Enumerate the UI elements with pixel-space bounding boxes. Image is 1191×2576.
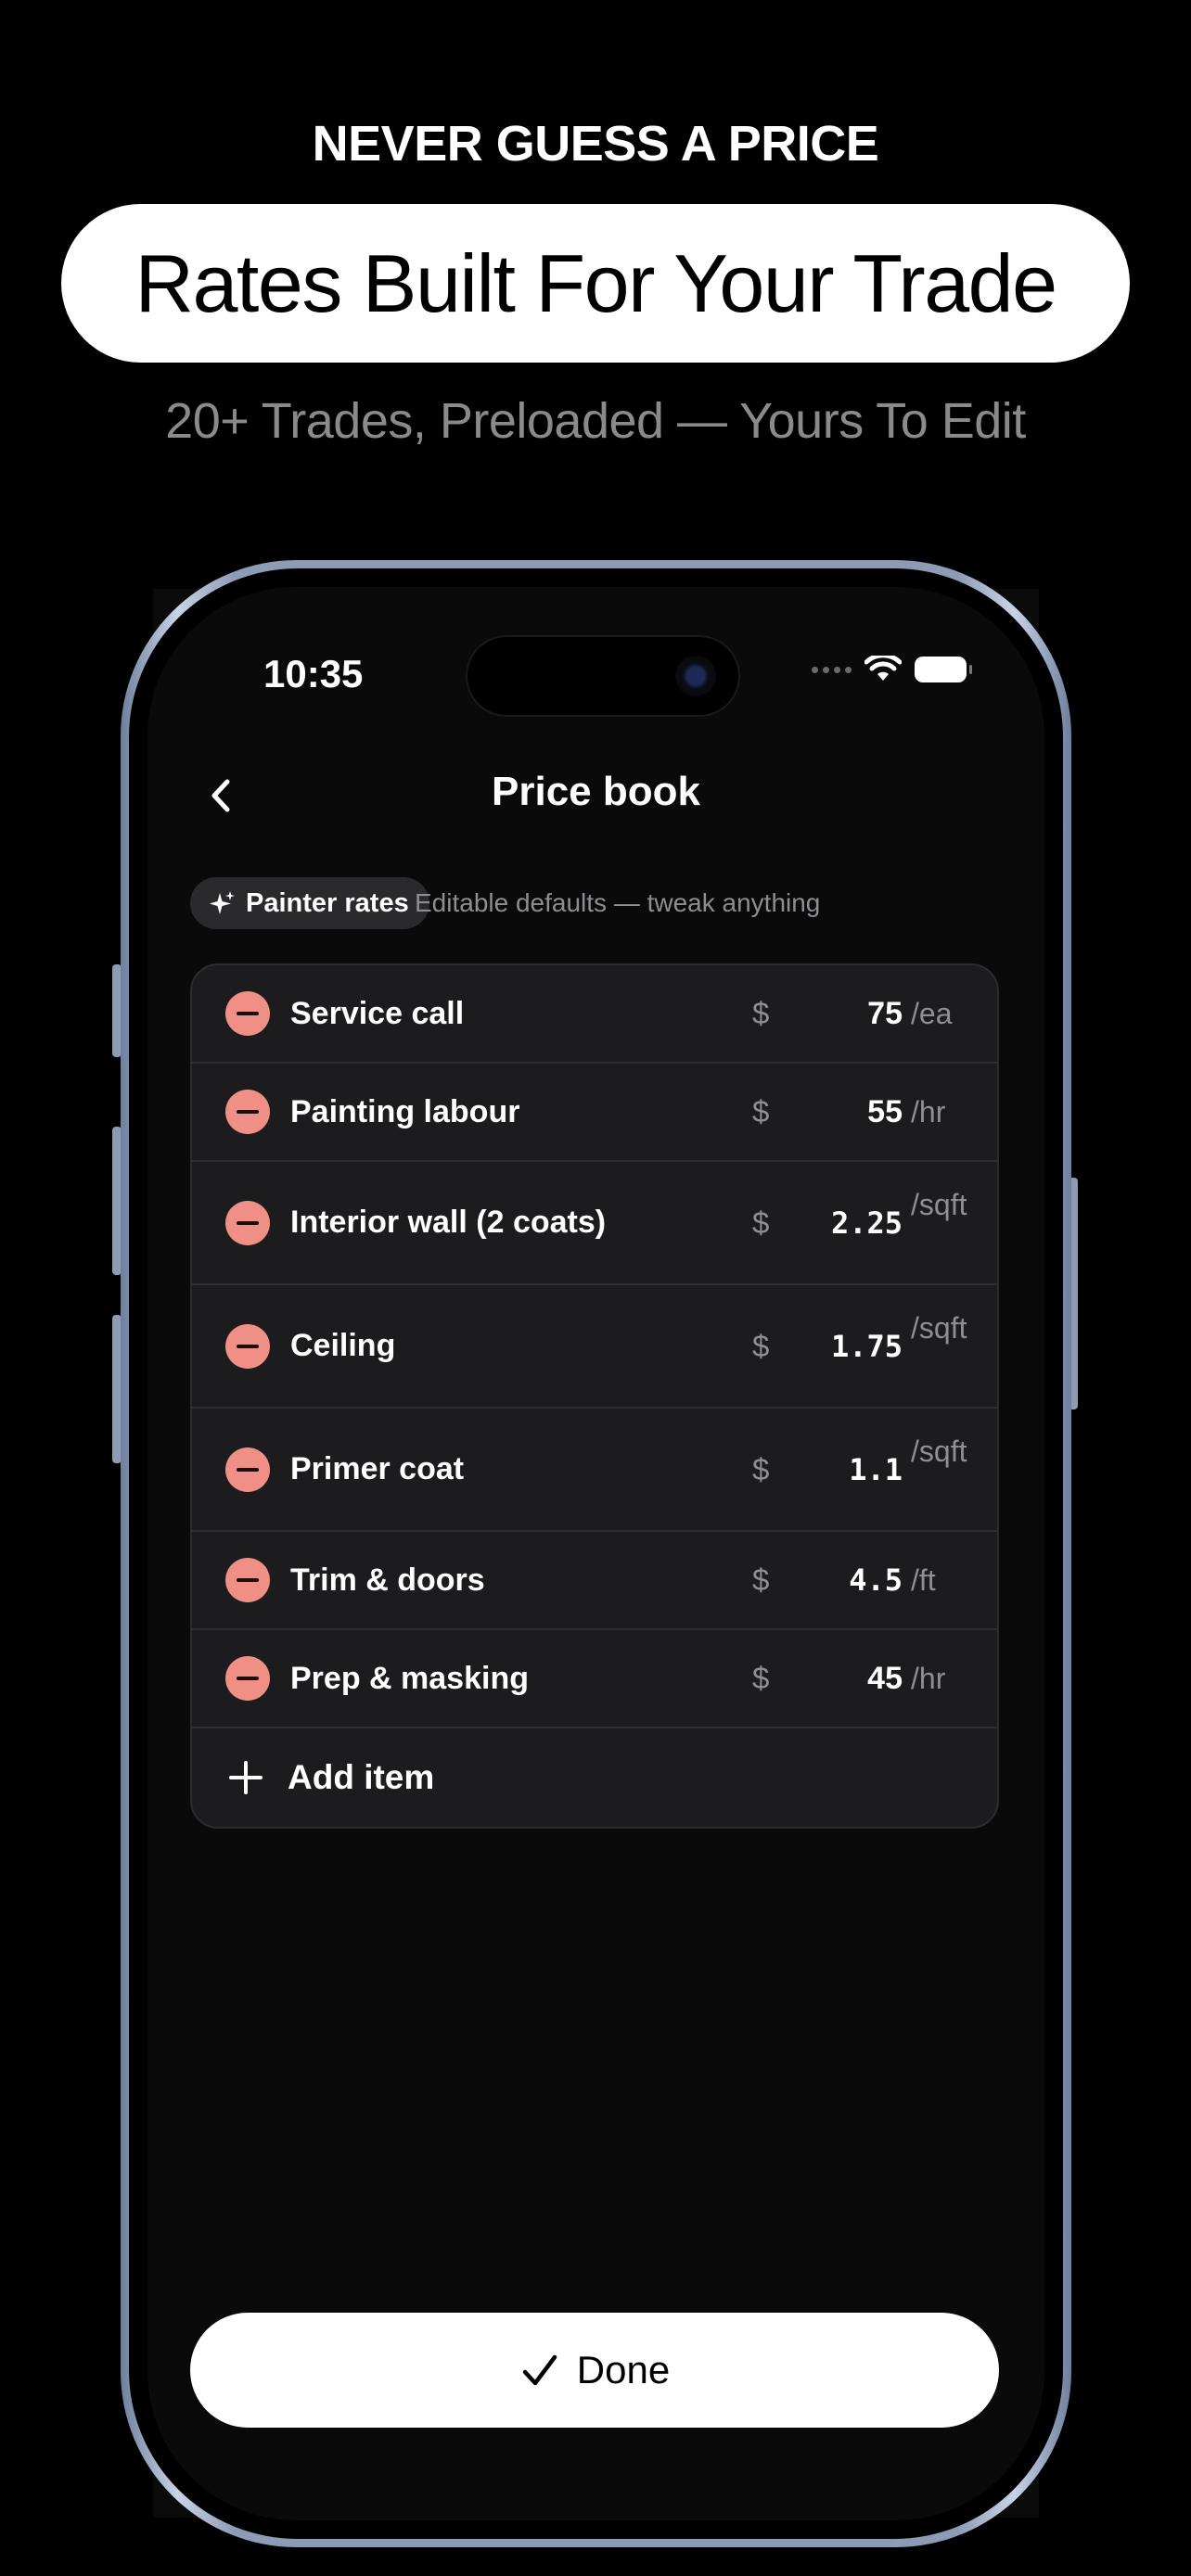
remove-item-icon[interactable]: [225, 991, 270, 1036]
item-name[interactable]: Interior wall (2 coats): [290, 1205, 606, 1241]
remove-item-icon[interactable]: [225, 1090, 270, 1134]
remove-item-icon[interactable]: [225, 1200, 270, 1245]
camera-icon: [675, 656, 716, 696]
preset-chip[interactable]: Painter rates: [190, 877, 429, 929]
price-input[interactable]: 45: [867, 1661, 903, 1697]
currency-symbol: $: [752, 1094, 770, 1129]
preset-caption: Editable defaults — tweak anything: [415, 888, 821, 917]
preset-chip-label: Painter rates: [246, 887, 409, 918]
eyebrow-text: NEVER GUESS A PRICE: [312, 116, 879, 172]
unit-label: /ft: [911, 1562, 936, 1597]
item-name[interactable]: Prep & masking: [290, 1661, 529, 1697]
remove-item-icon[interactable]: [225, 1558, 270, 1602]
unit-label: /sqft: [911, 1311, 967, 1345]
remove-item-icon[interactable]: [225, 1656, 270, 1701]
price-item-row[interactable]: Service call $75/ea: [192, 965, 997, 1064]
price-input[interactable]: 55: [867, 1094, 903, 1130]
dynamic-island: [466, 635, 740, 717]
currency-symbol: $: [752, 1328, 770, 1363]
page-title: Price book: [492, 769, 700, 814]
unit-label: /hr: [911, 1661, 946, 1695]
done-button[interactable]: Done: [190, 2313, 999, 2428]
remove-item-icon[interactable]: [225, 1447, 270, 1492]
add-item-label: Add item: [288, 1758, 435, 1796]
currency-symbol: $: [752, 1205, 770, 1240]
status-time: 10:35: [263, 652, 364, 695]
unit-label: /sqft: [911, 1188, 967, 1221]
price-input[interactable]: 75: [867, 996, 903, 1032]
checkmark-icon: [522, 2354, 557, 2386]
unit-label: /sqft: [911, 1435, 967, 1468]
plus-icon: [227, 1759, 264, 1796]
price-item-row[interactable]: Painting labour $55/hr: [192, 1064, 997, 1162]
item-name[interactable]: Ceiling: [290, 1328, 395, 1364]
headline-text: Rates Built For Your Trade: [134, 236, 1057, 329]
price-item-row[interactable]: Interior wall (2 coats) $2.25/sqft: [192, 1162, 997, 1285]
item-name[interactable]: Trim & doors: [290, 1562, 485, 1599]
phone-bezel: 10:35 Price book Painter rates Editable …: [129, 568, 1063, 2539]
price-item-row[interactable]: Trim & doors $4.5/ft: [192, 1532, 997, 1630]
cellular-signal-icon: [812, 666, 852, 673]
currency-symbol: $: [752, 1661, 770, 1695]
price-item-row[interactable]: Ceiling $1.75/sqft: [192, 1285, 997, 1409]
done-button-label: Done: [576, 2348, 671, 2391]
sparkle-icon: [210, 891, 235, 914]
price-input[interactable]: 1.75: [831, 1329, 903, 1364]
status-indicators: [812, 656, 972, 683]
currency-symbol: $: [752, 1562, 770, 1597]
item-name[interactable]: Primer coat: [290, 1451, 464, 1487]
item-name[interactable]: Painting labour: [290, 1094, 519, 1130]
add-item-button[interactable]: Add item: [192, 1728, 997, 1827]
subhead-text: 20+ Trades, Preloaded — Yours To Edit: [165, 393, 1026, 449]
item-name[interactable]: Service call: [290, 996, 464, 1032]
unit-label: /ea: [911, 996, 953, 1030]
price-item-row[interactable]: Primer coat $1.1/sqft: [192, 1409, 997, 1532]
price-input[interactable]: 1.1: [849, 1452, 903, 1487]
price-input[interactable]: 4.5: [849, 1562, 903, 1598]
app-screen: 10:35 Price book Painter rates Editable …: [147, 587, 1044, 2520]
price-item-row[interactable]: Prep & masking $45/hr: [192, 1630, 997, 1728]
unit-label: /hr: [911, 1094, 946, 1129]
headline-pill: Rates Built For Your Trade: [61, 204, 1130, 363]
phone-frame: 10:35 Price book Painter rates Editable …: [121, 560, 1071, 2547]
currency-symbol: $: [752, 996, 770, 1030]
wifi-icon: [864, 656, 902, 681]
remove-item-icon[interactable]: [225, 1323, 270, 1369]
battery-icon: [915, 657, 972, 682]
price-list-card: Service call $75/ea Painting labour $55/hr I…: [190, 963, 999, 1829]
price-input[interactable]: 2.25: [831, 1205, 903, 1241]
currency-symbol: $: [752, 1451, 770, 1486]
